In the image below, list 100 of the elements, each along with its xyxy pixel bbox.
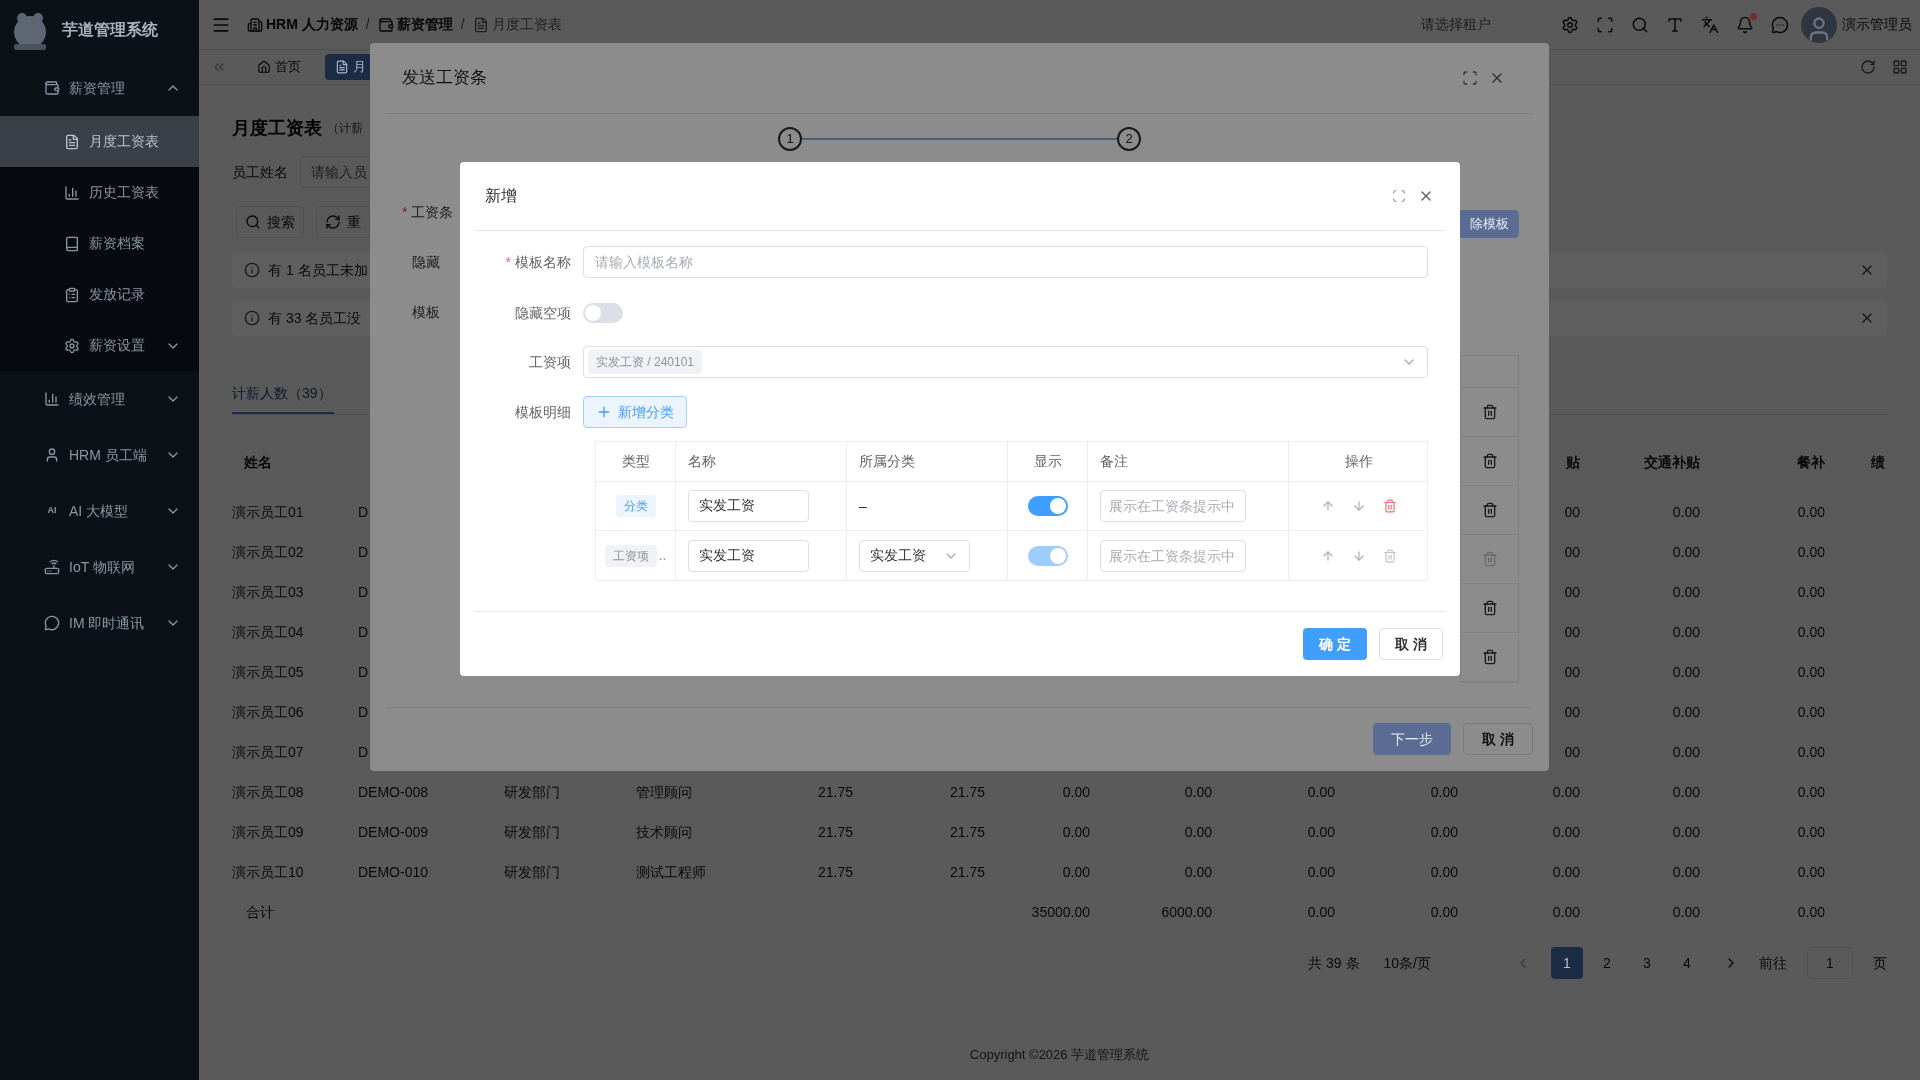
refresh-icon[interactable] bbox=[1860, 59, 1876, 75]
menu-item[interactable]: HRM 员工端 bbox=[0, 427, 199, 483]
menu-item[interactable]: AI AI 大模型 bbox=[0, 483, 199, 539]
add-category-button[interactable]: 新增分类 bbox=[583, 396, 687, 428]
name-field[interactable]: 实发工资 bbox=[688, 490, 809, 522]
table-cell: 21.75 bbox=[949, 783, 985, 800]
move-up-icon[interactable] bbox=[1321, 499, 1335, 513]
type-tag: 分类 bbox=[615, 495, 656, 517]
trash-icon[interactable] bbox=[1481, 453, 1498, 469]
table-cell: 演示员工02 bbox=[232, 543, 304, 560]
dialog-title: 新增 bbox=[485, 186, 517, 206]
table-cell: 演示员工01 bbox=[232, 503, 304, 520]
remark-field[interactable]: 展示在工资条提示中 bbox=[1100, 539, 1246, 572]
column-header: 名称 bbox=[688, 452, 716, 471]
table-cell: 研发部门 bbox=[504, 863, 560, 880]
trash-icon[interactable] bbox=[1481, 502, 1498, 518]
cancel-button[interactable]: 取 消 bbox=[1379, 628, 1443, 660]
table-cell: 0.00 bbox=[1430, 783, 1458, 800]
ai-icon: AI bbox=[44, 504, 60, 518]
toggle-switch[interactable] bbox=[583, 303, 623, 323]
tab[interactable]: 计薪人数（39） bbox=[232, 374, 334, 414]
table-cell: 21.75 bbox=[817, 783, 853, 800]
salary-item-select[interactable]: 实发工资 / 240101 bbox=[583, 346, 1428, 378]
table-cell: 00 bbox=[1564, 623, 1580, 640]
required-mark: * bbox=[505, 253, 511, 270]
table-cell: 研发部门 bbox=[504, 783, 560, 800]
submenu-item[interactable]: 薪资档案 bbox=[0, 218, 199, 269]
menu-item[interactable]: IM 即时通讯 bbox=[0, 595, 199, 651]
submenu-item[interactable]: 发放记录 bbox=[0, 269, 199, 320]
page-button[interactable]: 4 bbox=[1671, 947, 1703, 979]
search-button[interactable]: 搜索 bbox=[236, 206, 304, 238]
table-cell: 0.00 bbox=[1307, 863, 1335, 880]
move-up-icon[interactable] bbox=[1321, 548, 1335, 563]
submenu-item[interactable]: 薪资设置 bbox=[0, 320, 199, 371]
table-cell: D bbox=[358, 743, 369, 760]
submenu-item[interactable]: 历史工资表 bbox=[0, 167, 199, 218]
table-cell: D bbox=[358, 703, 369, 720]
field-label: 工资项 bbox=[529, 353, 571, 370]
menu-item[interactable]: 绩效管理 bbox=[0, 371, 199, 427]
next-button[interactable]: 下一步 bbox=[1373, 723, 1452, 755]
table-cell: 0.00 bbox=[1672, 503, 1700, 520]
name-field[interactable]: 实发工资 bbox=[688, 539, 809, 572]
font-size-icon[interactable] bbox=[1666, 15, 1684, 34]
field-label: 员工姓名 bbox=[232, 162, 288, 182]
table-cell: 演示员工04 bbox=[232, 623, 304, 640]
table-cell: 0.00 bbox=[1307, 783, 1335, 800]
confirm-button[interactable]: 确 定 bbox=[1303, 628, 1367, 660]
template-name-field[interactable]: 请输入模板名称 bbox=[583, 246, 1428, 278]
table-cell: 00 bbox=[1564, 743, 1580, 760]
move-down-icon[interactable] bbox=[1352, 548, 1366, 563]
menu-item[interactable]: IoT 物联网 bbox=[0, 539, 199, 595]
submenu-item[interactable]: 月度工资表 bbox=[0, 116, 199, 167]
breadcrumb-link[interactable]: 薪资管理 bbox=[377, 14, 453, 35]
table-cell: DEMO-009 bbox=[358, 823, 429, 840]
table-cell: 00 bbox=[1564, 663, 1580, 680]
cancel-button[interactable]: 取 消 bbox=[1463, 723, 1533, 755]
breadcrumb-link[interactable]: HRM 人力资源 bbox=[247, 14, 358, 35]
field-label: 隐藏空项 bbox=[515, 304, 571, 321]
grid-icon[interactable] bbox=[1892, 59, 1908, 75]
table-cell: 0.00 bbox=[1672, 663, 1700, 680]
table-cell: D bbox=[358, 583, 369, 600]
remark-field[interactable]: 展示在工资条提示中 bbox=[1100, 490, 1246, 522]
bell-icon[interactable] bbox=[1736, 15, 1754, 34]
page-size-select[interactable]: 10条/页 bbox=[1379, 952, 1435, 974]
maximize-icon[interactable] bbox=[1462, 70, 1478, 86]
toggle-switch[interactable] bbox=[1027, 496, 1068, 516]
table-cell: DEMO-008 bbox=[358, 783, 429, 800]
avatar[interactable] bbox=[1801, 6, 1837, 43]
table-cell: 0.00 bbox=[1062, 783, 1090, 800]
search-icon[interactable] bbox=[1631, 15, 1649, 34]
page-input[interactable]: 1 bbox=[1807, 947, 1853, 979]
translate-icon[interactable] bbox=[1701, 15, 1719, 34]
table-cell: 0.00 bbox=[1672, 583, 1700, 600]
page-button[interactable]: 1 bbox=[1551, 947, 1583, 979]
menu-item[interactable]: 薪资管理 bbox=[0, 60, 199, 116]
table-cell: 0.00 bbox=[1672, 623, 1700, 640]
page-button[interactable]: 3 bbox=[1631, 947, 1663, 979]
fullscreen-icon[interactable] bbox=[1596, 15, 1614, 34]
settings-icon[interactable] bbox=[1561, 15, 1579, 34]
table-cell: 0.00 bbox=[1552, 863, 1580, 880]
trash-icon[interactable] bbox=[1481, 404, 1498, 420]
page-tab[interactable]: 首页 bbox=[247, 54, 311, 80]
document-icon bbox=[335, 60, 349, 74]
category-select[interactable]: 实发工资 bbox=[859, 539, 970, 572]
router-icon bbox=[44, 559, 60, 575]
trash-icon[interactable] bbox=[1383, 499, 1397, 513]
table-cell: 0.00 bbox=[1430, 903, 1458, 920]
column-header: 交通补贴 bbox=[1644, 453, 1700, 470]
table-cell: 0.00 bbox=[1797, 623, 1825, 640]
alert-text: 有 33 名员工没 bbox=[268, 308, 362, 328]
trash-icon[interactable] bbox=[1481, 600, 1498, 616]
message-icon[interactable] bbox=[1771, 15, 1789, 34]
page-button[interactable]: 2 bbox=[1591, 947, 1623, 979]
table-cell: 0.00 bbox=[1797, 543, 1825, 560]
total-count: 共 39 条 bbox=[1308, 953, 1360, 973]
trash-icon[interactable] bbox=[1481, 649, 1498, 665]
delete-template-button[interactable]: 除模板 bbox=[1460, 210, 1519, 238]
user-name[interactable]: 演示管理员 bbox=[1842, 14, 1912, 35]
move-down-icon[interactable] bbox=[1352, 499, 1366, 513]
maximize-icon[interactable] bbox=[1392, 189, 1406, 203]
